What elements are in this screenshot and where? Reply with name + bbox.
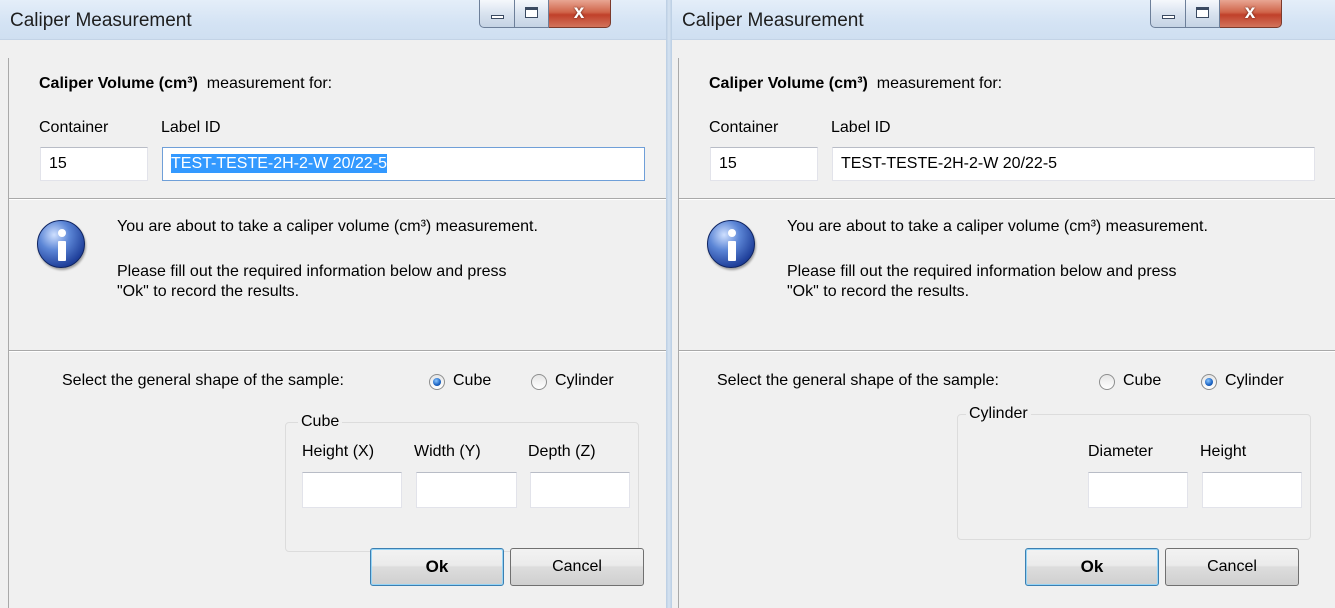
maximize-icon (1196, 7, 1209, 18)
title-bar[interactable]: Caliper Measurement x (0, 0, 666, 40)
maximize-button[interactable] (1186, 0, 1220, 28)
info-icon (707, 220, 755, 268)
window-title: Caliper Measurement (682, 10, 864, 31)
divider (9, 198, 666, 200)
header-rest: measurement for: (876, 75, 1003, 92)
ok-button[interactable]: Ok (370, 548, 504, 586)
group-title: Cube (298, 413, 343, 431)
label-id-value: TEST-TESTE-2H-2-W 20/22-5 (841, 155, 1058, 172)
diameter-label: Diameter (1088, 443, 1153, 460)
divider (679, 198, 1335, 200)
dialog-header: Caliper Volume (cm³) measurement for: (709, 75, 1002, 93)
shape-prompt: Select the general shape of the sample: (717, 372, 999, 389)
ok-button[interactable]: Ok (1025, 548, 1159, 586)
maximize-button[interactable] (515, 0, 549, 28)
info-icon (37, 220, 85, 268)
cube-radio[interactable] (429, 374, 445, 390)
close-icon: x (573, 2, 585, 23)
minimize-icon (491, 15, 504, 19)
cube-radio[interactable] (1099, 374, 1115, 390)
cube-groupbox: Cube Height (X) Width (Y) Depth (Z) (285, 413, 639, 552)
window-title: Caliper Measurement (10, 10, 192, 31)
info-line-3: "Ok" to record the results. (787, 283, 970, 300)
divider (679, 350, 1335, 352)
close-icon: x (1244, 2, 1256, 23)
header-rest: measurement for: (206, 75, 333, 92)
minimize-button[interactable] (1150, 0, 1186, 28)
container-value: 15 (719, 155, 737, 172)
container-label: Container (709, 119, 779, 136)
caliper-dialog-cube: Caliper Measurement x Caliper Volume (cm… (0, 0, 666, 608)
container-value: 15 (49, 155, 67, 172)
cylinder-radio[interactable] (531, 374, 547, 390)
container-input[interactable]: 15 (710, 147, 818, 181)
shape-prompt: Select the general shape of the sample: (62, 372, 344, 389)
label-id-value: TEST-TESTE-2H-2-W 20/22-5 (171, 154, 388, 173)
diameter-input[interactable] (1088, 472, 1188, 508)
close-button[interactable]: x (549, 0, 611, 28)
container-input[interactable]: 15 (40, 147, 148, 181)
width-y-label: Width (Y) (414, 443, 481, 460)
cancel-button[interactable]: Cancel (510, 548, 644, 586)
label-id-label: Label ID (161, 119, 221, 136)
label-id-input[interactable]: TEST-TESTE-2H-2-W 20/22-5 (162, 147, 645, 181)
height-x-input[interactable] (302, 472, 402, 508)
minimize-icon (1162, 15, 1175, 19)
info-line-3: "Ok" to record the results. (117, 283, 300, 300)
label-id-label: Label ID (831, 119, 891, 136)
info-line-2: Please fill out the required information… (787, 263, 1177, 280)
cylinder-radio-label[interactable]: Cylinder (1225, 372, 1284, 390)
dialog-body: Caliper Volume (cm³) measurement for: Co… (8, 58, 666, 608)
container-label: Container (39, 119, 109, 136)
minimize-button[interactable] (479, 0, 515, 28)
group-title: Cylinder (966, 405, 1031, 423)
depth-z-input[interactable] (530, 472, 630, 508)
close-button[interactable]: x (1220, 0, 1282, 28)
header-bold: Caliper Volume (cm³) (39, 75, 198, 92)
cube-radio-label[interactable]: Cube (453, 372, 491, 390)
info-line-1: You are about to take a caliper volume (… (117, 218, 538, 235)
depth-z-label: Depth (Z) (528, 443, 596, 460)
cylinder-radio[interactable] (1201, 374, 1217, 390)
cancel-button[interactable]: Cancel (1165, 548, 1299, 586)
height-input[interactable] (1202, 472, 1302, 508)
height-label: Height (1200, 443, 1247, 460)
info-line-1: You are about to take a caliper volume (… (787, 218, 1208, 235)
cylinder-radio-label[interactable]: Cylinder (555, 372, 614, 390)
title-bar[interactable]: Caliper Measurement x (672, 0, 1335, 40)
caliper-dialog-cylinder: Caliper Measurement x Caliper Volume (cm… (672, 0, 1335, 608)
header-bold: Caliper Volume (cm³) (709, 75, 868, 92)
dialog-body: Caliper Volume (cm³) measurement for: Co… (678, 58, 1335, 608)
label-id-input[interactable]: TEST-TESTE-2H-2-W 20/22-5 (832, 147, 1315, 181)
height-x-label: Height (X) (302, 443, 375, 460)
divider (9, 350, 666, 352)
width-y-input[interactable] (416, 472, 517, 508)
cube-radio-label[interactable]: Cube (1123, 372, 1161, 390)
maximize-icon (525, 7, 538, 18)
cylinder-groupbox: Cylinder Diameter Height (957, 405, 1311, 540)
dialog-header: Caliper Volume (cm³) measurement for: (39, 75, 332, 93)
info-line-2: Please fill out the required information… (117, 263, 507, 280)
